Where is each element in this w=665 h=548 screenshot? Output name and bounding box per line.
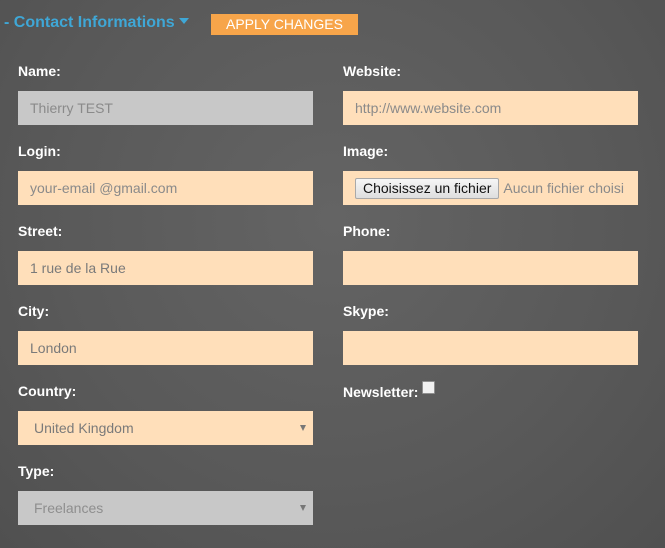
type-field-group: Type: Freelances [18,463,313,525]
newsletter-label: Newsletter: [343,384,419,400]
website-input[interactable] [343,91,638,125]
skype-label: Skype: [343,303,389,319]
skype-input[interactable] [343,331,638,365]
select-arrow-icon [300,505,306,511]
type-selected-value: Freelances [34,500,104,516]
newsletter-field-group: Newsletter: [343,381,436,400]
image-label: Image: [343,143,389,159]
city-field-group: City: [18,303,313,365]
phone-label: Phone: [343,223,391,239]
contact-informations-toggle[interactable]: - Contact Informations [4,12,189,34]
country-selected-value: United Kingdom [34,420,134,436]
name-field-group: Name: [18,63,313,125]
country-select[interactable]: United Kingdom [18,411,313,445]
type-select: Freelances [18,491,313,525]
name-label: Name: [18,63,61,79]
select-arrow-icon [300,425,306,431]
phone-input[interactable] [343,251,638,285]
type-label: Type: [18,463,55,479]
login-input[interactable] [18,171,313,205]
newsletter-checkbox[interactable] [422,381,436,394]
login-field-group: Login: [18,143,313,205]
apply-changes-button[interactable]: APPLY CHANGES [211,14,358,35]
street-input[interactable] [18,251,313,285]
street-field-group: Street: [18,223,313,285]
image-field-group: Image: Choisissez un fichier Aucun fichi… [343,143,638,205]
skype-field-group: Skype: [343,303,638,365]
section-header: - Contact Informations APPLY CHANGES [0,12,665,36]
website-field-group: Website: [343,63,638,125]
login-label: Login: [18,143,61,159]
file-status-text: Aucun fichier choisi [503,180,625,196]
caret-down-icon [178,17,189,24]
street-label: Street: [18,223,63,239]
website-label: Website: [343,63,402,79]
phone-field-group: Phone: [343,223,638,285]
city-input[interactable] [18,331,313,365]
city-label: City: [18,303,50,319]
name-input[interactable] [18,91,313,125]
section-title-text: - Contact Informations [4,14,175,31]
country-field-group: Country: United Kingdom [18,383,313,445]
country-label: Country: [18,383,77,399]
image-file-input: Choisissez un fichier Aucun fichier choi… [343,171,638,205]
choose-file-button[interactable]: Choisissez un fichier [355,177,500,199]
